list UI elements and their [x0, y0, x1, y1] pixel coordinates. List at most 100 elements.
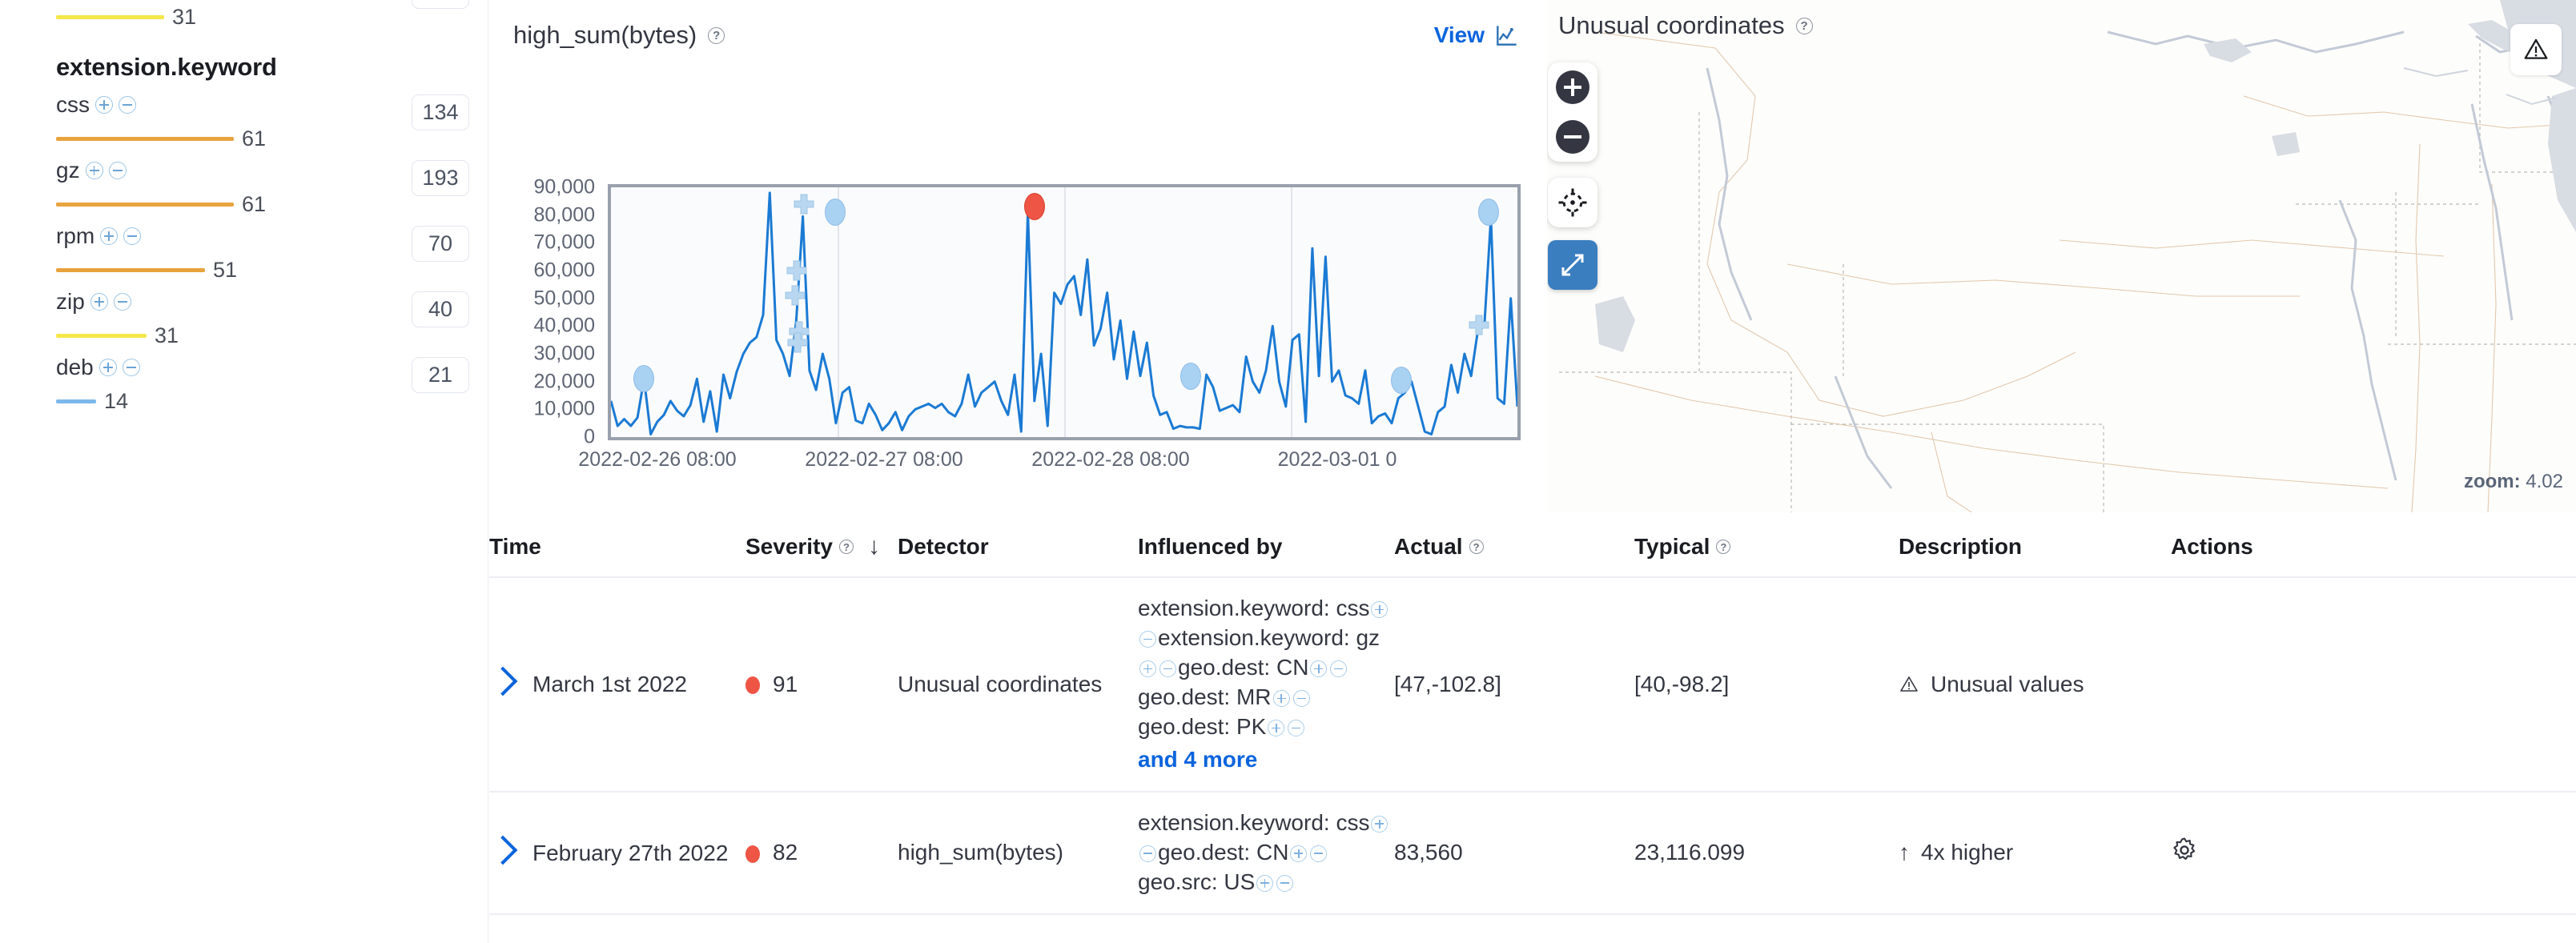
remove-from-filter-icon[interactable]: [123, 227, 141, 245]
crosshair-icon[interactable]: [1557, 187, 1589, 219]
add-to-filter-icon[interactable]: [86, 162, 103, 179]
zoom-in-icon[interactable]: [1556, 70, 1589, 104]
influencer-count: 31: [412, 0, 469, 9]
table-header-typical[interactable]: Typical?: [1634, 519, 1899, 577]
influencer-bar: [56, 137, 234, 141]
add-to-filter-icon[interactable]: [1256, 875, 1273, 892]
sort-descending-icon[interactable]: ↓: [868, 533, 880, 560]
remove-from-filter-icon[interactable]: [1310, 845, 1327, 862]
map-zoom-level: zoom: 4.02: [2464, 471, 2563, 493]
view-button-label[interactable]: View: [1434, 22, 1485, 48]
zoom-out-icon[interactable]: [1556, 120, 1589, 154]
remove-from-filter-icon[interactable]: [119, 96, 136, 114]
zoom-in-button[interactable]: [1548, 62, 1597, 112]
help-icon[interactable]: ?: [839, 540, 854, 554]
add-to-filter-icon[interactable]: [95, 96, 113, 114]
cell-actual: 83,560: [1394, 792, 1634, 914]
remove-from-filter-icon[interactable]: [1159, 660, 1176, 677]
anomaly-marker-low[interactable]: [1180, 363, 1201, 390]
add-to-filter-icon[interactable]: [90, 293, 108, 311]
view-control[interactable]: View: [1434, 22, 1519, 48]
anomaly-marker-critical[interactable]: [1024, 193, 1045, 220]
map-zoom-controls[interactable]: [1548, 62, 1597, 162]
influencer-bar: [56, 203, 234, 207]
chevron-right-icon[interactable]: [488, 835, 518, 865]
cell-severity: 91: [745, 577, 898, 792]
anomaly-marker-cross[interactable]: [786, 260, 807, 281]
table-header-actions[interactable]: Actions: [2171, 519, 2576, 577]
cell-description: ↑4x higher: [1899, 792, 2171, 914]
table-row[interactable]: March 1st 202291Unusual coordinatesexten…: [489, 577, 2576, 792]
anomaly-marker-cross[interactable]: [787, 332, 808, 353]
anomaly-marker-low[interactable]: [633, 365, 654, 392]
warning-icon[interactable]: [2522, 37, 2550, 62]
table-header-actual[interactable]: Actual?: [1394, 519, 1634, 577]
table-row[interactable]: February 27th 202282high_sum(bytes)exten…: [489, 792, 2576, 914]
cell-actions[interactable]: [2171, 792, 2576, 914]
typical-value: 23,116.099: [1634, 840, 1745, 865]
table-header-severity[interactable]: Severity?↓: [745, 519, 898, 577]
remove-from-filter-icon[interactable]: [1293, 690, 1310, 707]
influenced-by-label: geo.dest: PK: [1138, 714, 1266, 739]
table-header-description[interactable]: Description: [1899, 519, 2171, 577]
y-axis-tick: 30,000: [534, 343, 595, 366]
remove-from-filter-icon[interactable]: [1288, 720, 1304, 736]
influencer-name: gz: [56, 158, 80, 183]
map-locate-control[interactable]: [1548, 178, 1597, 227]
add-to-filter-icon[interactable]: [1371, 601, 1388, 618]
anomaly-marker-cross[interactable]: [1469, 315, 1489, 335]
add-to-filter-icon[interactable]: [1290, 845, 1307, 862]
time-value: March 1st 2022: [532, 672, 687, 696]
y-axis-tick: 90,000: [534, 176, 595, 199]
cell-time: February 27th 2022: [489, 792, 745, 914]
influenced-by-label: geo.src: US: [1138, 869, 1255, 894]
chevron-right-icon[interactable]: [488, 667, 518, 696]
cell-detector: high_sum(bytes): [898, 792, 1138, 914]
time-value: February 27th 2022: [532, 841, 728, 865]
expand-icon[interactable]: [1558, 251, 1587, 279]
remove-from-filter-icon[interactable]: [1330, 660, 1347, 677]
remove-from-filter-icon[interactable]: [109, 162, 127, 179]
map-canvas[interactable]: MinotGreat FallsBismarckFargoMINNESOTABi…: [1547, 0, 2576, 512]
influenced-by-label: geo.dest: CN: [1178, 655, 1308, 680]
anomaly-marker-cross[interactable]: [794, 194, 814, 215]
help-icon[interactable]: ?: [1716, 540, 1730, 554]
table-header-time[interactable]: Time: [489, 519, 745, 577]
anomaly-marker-low[interactable]: [1478, 199, 1499, 226]
help-icon[interactable]: ?: [1469, 540, 1484, 554]
remove-from-filter-icon[interactable]: [1139, 631, 1156, 648]
fit-bounds-button[interactable]: [1548, 240, 1597, 290]
anomaly-marker-low[interactable]: [825, 199, 846, 226]
anomaly-marker-low[interactable]: [1391, 367, 1412, 394]
zoom-out-button[interactable]: [1548, 112, 1597, 162]
map-warning-badge[interactable]: [2510, 24, 2562, 75]
add-to-filter-icon[interactable]: [1139, 660, 1156, 677]
remove-from-filter-icon[interactable]: [1276, 875, 1293, 892]
remove-from-filter-icon[interactable]: [123, 359, 140, 376]
add-to-filter-icon[interactable]: [1268, 720, 1284, 736]
map-panel[interactable]: MinotGreat FallsBismarckFargoMINNESOTABi…: [1547, 0, 2576, 512]
table-header-detector[interactable]: Detector: [898, 519, 1138, 577]
table-body: March 1st 202291Unusual coordinatesexten…: [489, 577, 2576, 914]
remove-from-filter-icon[interactable]: [114, 293, 131, 311]
plot-box[interactable]: [608, 184, 1521, 440]
warning-triangle-icon: [1899, 675, 1919, 694]
help-icon[interactable]: ?: [1796, 18, 1813, 34]
add-to-filter-icon[interactable]: [1273, 690, 1290, 707]
severity-dot: [745, 676, 760, 694]
locate-button[interactable]: [1548, 178, 1597, 227]
help-icon[interactable]: ?: [708, 27, 725, 44]
add-to-filter-icon[interactable]: [1371, 816, 1388, 833]
anomaly-marker-cross[interactable]: [785, 285, 806, 306]
table-header-influenced-by[interactable]: Influenced by: [1138, 519, 1394, 577]
add-to-filter-icon[interactable]: [1310, 660, 1327, 677]
add-to-filter-icon[interactable]: [99, 359, 117, 376]
influenced-by-item: geo.dest: MR: [1138, 684, 1312, 709]
influenced-by-more-link[interactable]: and 4 more: [1138, 745, 1394, 775]
add-to-filter-icon[interactable]: [100, 227, 118, 245]
line-chart-icon[interactable]: [1495, 24, 1519, 46]
cell-typical: 23,116.099: [1634, 792, 1899, 914]
gear-icon[interactable]: [2171, 837, 2198, 864]
remove-from-filter-icon[interactable]: [1139, 845, 1156, 862]
cell-actions[interactable]: [2171, 577, 2576, 792]
